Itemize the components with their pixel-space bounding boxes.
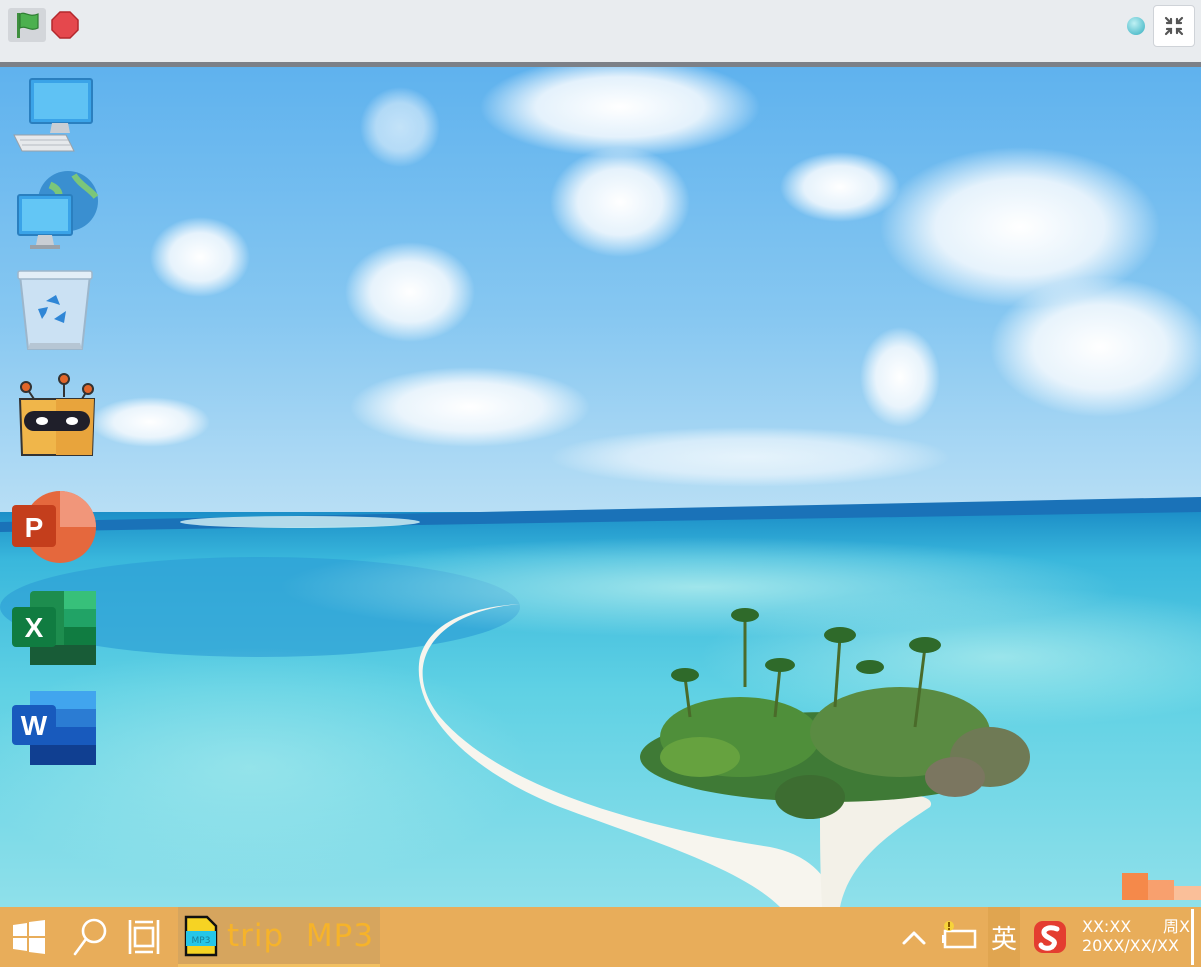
stop-sign-icon — [51, 11, 79, 39]
robot-app-shortcut[interactable] — [12, 369, 102, 459]
taskbar-app-label: trip MP3 — [227, 917, 375, 954]
task-view-button[interactable] — [122, 907, 166, 967]
shrink-screen-icon — [1164, 16, 1184, 36]
mp3-file-icon: MP3 — [184, 915, 218, 956]
status-dot — [1127, 17, 1145, 35]
search-icon — [73, 918, 107, 956]
word-icon: W — [12, 691, 96, 765]
desktop: P X W — [0, 67, 1201, 907]
battery-status[interactable] — [938, 907, 982, 967]
ime-label: 英 — [990, 924, 1017, 955]
show-desktop-button[interactable] — [1191, 909, 1194, 965]
clock-date: 20XX/XX/XX — [1082, 936, 1179, 955]
powerpoint-shortcut[interactable]: P — [10, 487, 100, 577]
computer-icon — [13, 78, 93, 152]
clock-time: XX:XX — [1082, 917, 1132, 936]
mp3-badge-text: MP3 — [192, 936, 211, 946]
battery-warning-icon — [942, 921, 977, 949]
svg-text:P: P — [25, 512, 44, 543]
svg-text:X: X — [25, 612, 44, 643]
start-button[interactable] — [4, 907, 54, 967]
globe-computer-icon — [17, 171, 99, 249]
search-button[interactable] — [68, 907, 112, 967]
svg-text:W: W — [21, 710, 48, 741]
recycle-bin-icon — [17, 270, 93, 350]
robot-icon — [18, 373, 96, 456]
word-shortcut[interactable]: W — [10, 687, 100, 777]
green-flag-icon — [17, 12, 39, 38]
clock-weekday: 周X — [1163, 917, 1190, 936]
windows-start-icon — [13, 920, 45, 954]
excel-icon: X — [12, 591, 96, 665]
shrink-stage-button[interactable] — [1153, 5, 1195, 47]
powerpoint-icon: P — [12, 491, 96, 563]
taskbar-app-trip-mp3[interactable]: MP3 trip MP3 — [178, 907, 380, 967]
network-shortcut[interactable] — [10, 167, 100, 257]
show-hidden-icons-button[interactable] — [896, 907, 932, 967]
chevron-up-icon — [902, 931, 926, 945]
excel-shortcut[interactable]: X — [10, 587, 100, 677]
this-pc-shortcut[interactable] — [8, 73, 98, 163]
sogou-input-button[interactable] — [1030, 907, 1070, 967]
sogou-input-icon — [1034, 921, 1066, 953]
stage-control-bar — [0, 0, 1201, 56]
stop-button[interactable] — [50, 10, 80, 40]
green-flag-button[interactable] — [8, 8, 46, 42]
taskbar: MP3 trip MP3 英 XX:XX 周X 20XX/XX/XX — [0, 907, 1201, 967]
task-view-icon — [128, 920, 160, 954]
input-language-indicator[interactable]: 英 — [988, 907, 1020, 967]
wallpaper-image — [0, 67, 1201, 907]
recycle-bin-shortcut[interactable] — [10, 267, 100, 357]
system-clock[interactable]: XX:XX 周X 20XX/XX/XX — [1082, 917, 1190, 955]
